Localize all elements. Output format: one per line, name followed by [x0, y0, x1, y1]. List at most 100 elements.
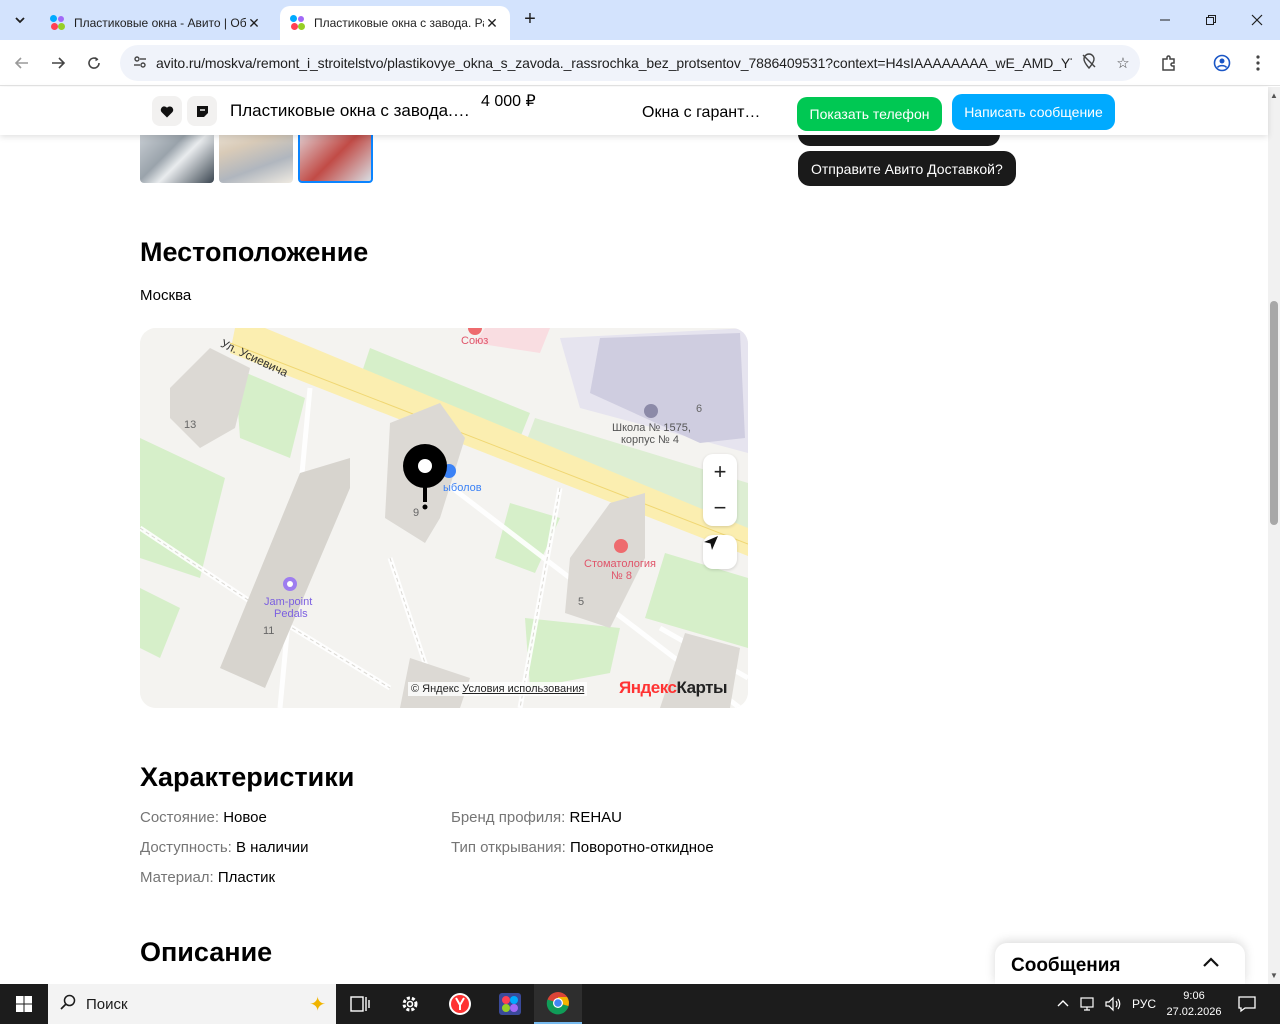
tray-overflow-button[interactable] — [1057, 984, 1069, 1024]
language-indicator[interactable]: РУС — [1132, 984, 1156, 1024]
minimize-icon — [1160, 19, 1170, 21]
close-icon — [1251, 14, 1263, 26]
write-message-button[interactable]: Написать сообщение — [952, 94, 1115, 130]
location-off-icon[interactable] — [1072, 53, 1106, 73]
map-label: № 8 — [611, 570, 632, 582]
kebab-menu-icon — [1256, 55, 1260, 71]
location-city: Москва — [140, 287, 192, 304]
url-text: avito.ru/moskva/remont_i_stroitelstvo/pl… — [156, 55, 1072, 71]
school-marker — [644, 404, 658, 418]
characteristic-key: Состояние: — [140, 809, 220, 826]
yandex-maps-logo[interactable]: ЯндексКарты — [619, 678, 728, 698]
chrome-menu-button[interactable] — [1244, 49, 1272, 77]
terms-link[interactable]: Условия использования — [462, 683, 584, 695]
puzzle-icon — [1162, 55, 1175, 71]
task-view-button[interactable] — [336, 984, 384, 1024]
volume-button[interactable] — [1104, 984, 1122, 1024]
multicolor-app-icon — [499, 993, 521, 1015]
browser-tab[interactable]: Пластиковые окна - Авито | Объявления ✕ — [40, 6, 272, 40]
seller-name[interactable]: Окна с гарантией — [642, 104, 768, 122]
arrow-right-icon — [52, 57, 66, 69]
map-label: Стоматология — [584, 558, 656, 570]
back-button[interactable] — [8, 49, 36, 77]
page-scrollbar[interactable]: ▲ ▼ — [1268, 87, 1280, 984]
characteristic-row: Материал: Пластик — [140, 869, 275, 886]
characteristic-row: Тип открывания: Поворотно-откидное — [451, 839, 714, 856]
product-price: 4 000 ₽ — [481, 93, 536, 110]
start-button[interactable] — [0, 984, 48, 1024]
chrome-taskbar-button[interactable] — [534, 984, 582, 1024]
tab-title: Пластиковые окна - Авито | Объявления — [74, 16, 246, 30]
zoom-in-button[interactable]: + — [703, 454, 737, 490]
location-map[interactable]: Ул. Усиевича Союз Школа № 1575, корпус №… — [140, 328, 748, 708]
map-label: Школа № 1575, — [612, 422, 691, 434]
map-canvas — [140, 328, 748, 708]
yandex-browser-button[interactable] — [436, 984, 484, 1024]
messages-widget[interactable]: Сообщения — [995, 943, 1245, 984]
delivery-question-chip[interactable]: Отправите Авито Доставкой? — [798, 151, 1016, 186]
search-placeholder: Поиск — [86, 995, 128, 1013]
map-label: ыболов — [443, 482, 482, 494]
tab-search-button[interactable] — [8, 8, 32, 32]
navigation-arrow-icon — [704, 536, 718, 550]
chevron-up-icon[interactable] — [1201, 953, 1221, 973]
new-tab-button[interactable]: + — [518, 8, 542, 32]
note-button[interactable] — [187, 96, 217, 126]
clock-time: 9:06 — [1183, 990, 1205, 1002]
reload-button[interactable] — [80, 49, 108, 77]
restore-icon — [1206, 15, 1216, 25]
avito-favicon-icon — [290, 15, 306, 31]
notifications-button[interactable] — [1238, 984, 1256, 1024]
characteristics-list: Состояние: Новое Доступность: В наличии … — [140, 809, 780, 899]
note-icon — [196, 105, 208, 117]
scroll-down-arrow-icon[interactable]: ▼ — [1270, 971, 1278, 980]
app-button[interactable] — [486, 984, 534, 1024]
close-window-button[interactable] — [1234, 0, 1280, 40]
close-tab-icon[interactable]: ✕ — [484, 15, 500, 32]
dental-marker — [614, 539, 628, 553]
show-phone-button[interactable]: Показать телефон — [797, 97, 942, 131]
messages-label: Сообщения — [1011, 955, 1121, 976]
zoom-out-button[interactable]: − — [703, 490, 737, 526]
bookmark-star-icon[interactable]: ☆ — [1106, 54, 1140, 72]
settings-app-button[interactable] — [386, 984, 434, 1024]
scrollbar-thumb[interactable] — [1270, 301, 1278, 525]
site-settings-icon[interactable] — [132, 54, 152, 73]
network-icon — [1080, 997, 1094, 1011]
scroll-up-arrow-icon[interactable]: ▲ — [1270, 91, 1278, 100]
house-number: 11 — [263, 625, 275, 637]
restore-button[interactable] — [1188, 0, 1234, 40]
taskbar-search[interactable]: Поиск ✦ — [48, 984, 336, 1024]
characteristic-value: REHAU — [569, 809, 622, 826]
profile-avatar-icon — [1213, 54, 1231, 72]
gear-icon — [402, 996, 418, 1012]
network-button[interactable] — [1080, 984, 1098, 1024]
arrow-left-icon — [14, 57, 28, 69]
product-title: Пластиковые окна с завода. Рассрочка без… — [230, 101, 470, 120]
profile-button[interactable] — [1208, 49, 1236, 77]
house-number: 9 — [413, 507, 420, 519]
logo-text-yandex: Яндекс — [619, 678, 677, 697]
characteristic-key: Доступность: — [140, 839, 232, 856]
location-heading: Местоположение — [140, 237, 369, 267]
favorite-button[interactable] — [152, 96, 182, 126]
characteristics-heading: Характеристики — [140, 762, 355, 792]
house-number: 6 — [696, 403, 703, 415]
characteristic-key: Тип открывания: — [451, 839, 566, 856]
forward-button[interactable] — [44, 49, 72, 77]
chrome-icon — [546, 992, 569, 1015]
copyright-text: © Яндекс — [411, 683, 460, 695]
description-heading: Описание — [140, 937, 273, 967]
extensions-button[interactable] — [1155, 49, 1183, 77]
characteristic-key: Бренд профиля: — [451, 809, 566, 826]
close-tab-icon[interactable]: ✕ — [246, 15, 262, 32]
browser-tab-active[interactable]: Пластиковые окна с завода. Рассрочка ✕ — [280, 6, 510, 40]
system-clock[interactable]: 9:06 27.02.2026 — [1160, 988, 1228, 1020]
address-bar[interactable]: avito.ru/moskva/remont_i_stroitelstvo/pl… — [120, 45, 1140, 81]
geolocation-button[interactable] — [703, 535, 737, 569]
minimize-button[interactable] — [1142, 0, 1188, 40]
logo-text-maps: Карты — [676, 678, 728, 697]
map-label: Союз — [461, 335, 489, 347]
speaker-icon — [1105, 996, 1121, 1012]
copilot-sparkle-icon: ✦ — [309, 994, 326, 1016]
